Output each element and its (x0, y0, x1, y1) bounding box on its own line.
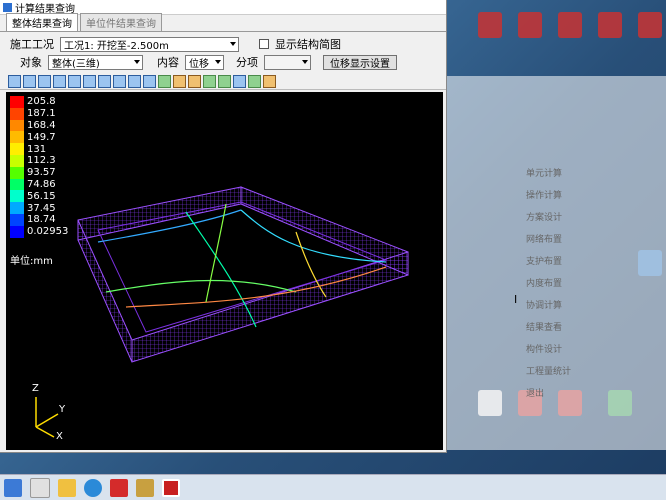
retaining-wall-mesh (77, 186, 409, 363)
view-front-icon[interactable] (8, 74, 21, 88)
view-iso1-icon[interactable] (98, 74, 111, 88)
view-iso4-icon[interactable] (143, 74, 156, 88)
windows-start-icon[interactable] (4, 478, 22, 497)
view-bottom-icon[interactable] (83, 74, 96, 88)
view-back-icon[interactable] (23, 74, 36, 88)
chevron-down-icon (134, 60, 140, 64)
view-iso3-icon[interactable] (128, 74, 141, 88)
search-icon[interactable] (30, 477, 50, 498)
fit-icon[interactable] (218, 74, 231, 88)
background-menu-item: 构件设计 (526, 345, 563, 355)
folder-icon[interactable] (58, 478, 76, 497)
background-menu-item: 退出 (526, 389, 545, 399)
y-axis-label: Y (59, 404, 66, 415)
app-icon (598, 12, 622, 38)
active-app-icon[interactable] (162, 478, 180, 497)
background-menu-item: 方案设计 (526, 213, 563, 223)
strut-line (105, 279, 297, 293)
background-menu: 单元计算 操作计算 方案设计 网络布置 支护布置 内度布置 协调计算 结果查看 … (526, 166, 571, 408)
excavation-model (35, 186, 409, 438)
wall-front-right (131, 251, 409, 363)
content-value: 位移 (189, 58, 209, 70)
stage-row: 施工工况 工况1: 开挖至-2.500m 显示结构简图 (0, 35, 446, 53)
text-cursor-icon: Ι (514, 293, 518, 306)
desktop-icon[interactable] (470, 12, 510, 60)
background-menu-item: 操作计算 (526, 191, 563, 201)
background-menu-item: 工程量统计 (526, 367, 572, 377)
axis-triad (35, 397, 59, 438)
z-axis-label: Z (32, 383, 39, 394)
y-axis (35, 413, 59, 428)
object-row: 对象 整体(三维) 内容 位移 分项 位移显示设置 (0, 53, 446, 71)
desktop-icon[interactable] (630, 12, 666, 60)
background-menu-item: 网络布置 (526, 235, 563, 245)
tab-component-results[interactable]: 单位件结果查询 (80, 13, 162, 31)
background-menu-item: 支护布置 (526, 257, 563, 267)
background-menu-item: 结果查看 (526, 323, 563, 333)
object-value: 整体(三维) (52, 58, 100, 70)
view-iso2-icon[interactable] (113, 74, 126, 88)
stage-select[interactable]: 工况1: 开挖至-2.500m (60, 36, 239, 52)
desktop-icon[interactable] (550, 12, 590, 60)
content-label: 内容 (157, 56, 179, 69)
x-axis-label: X (56, 431, 63, 442)
app-icon (3, 2, 12, 12)
chevron-down-icon (230, 42, 236, 46)
x-axis (35, 426, 55, 438)
component-label: 分项 (236, 56, 258, 69)
wps-icon[interactable] (110, 478, 128, 497)
edit-icon[interactable] (263, 74, 276, 88)
background-menu-item: 协调计算 (526, 301, 563, 311)
view-top-icon[interactable] (68, 74, 81, 88)
wall-back-left (77, 186, 242, 241)
show-sketch-label: 显示结构简图 (275, 38, 341, 51)
app-icon (478, 12, 502, 38)
results-query-window: 计算结果查询 整体结果查询 单位件结果查询 施工工况 工况1: 开挖至-2.50… (0, 0, 447, 453)
print-icon[interactable] (233, 74, 246, 88)
3d-viewport[interactable]: 205.8 187.1 168.4 149.7 131 112.3 93.57 … (6, 92, 443, 450)
strut-line (205, 203, 227, 303)
app-icon[interactable] (136, 478, 154, 497)
view-toolbar (0, 73, 446, 90)
zoom-out-icon[interactable] (188, 74, 201, 88)
chevron-down-icon (302, 60, 308, 64)
app-icon (558, 12, 582, 38)
background-window: 单元计算 操作计算 方案设计 网络布置 支护布置 内度布置 协调计算 结果查看 … (446, 76, 666, 450)
object-select[interactable]: 整体(三维) (48, 54, 143, 70)
desktop-icon[interactable] (590, 12, 630, 60)
tab-bar: 整体结果查询 单位件结果查询 (0, 13, 446, 32)
taskbar (0, 474, 666, 500)
app-icon (638, 12, 662, 38)
stage-label: 施工工况 (10, 38, 54, 51)
tab-overall-results[interactable]: 整体结果查询 (6, 13, 78, 31)
export-icon[interactable] (248, 74, 261, 88)
object-label: 对象 (20, 56, 42, 69)
pan-icon[interactable] (203, 74, 216, 88)
edge-browser-icon[interactable] (84, 478, 102, 497)
stage-value: 工况1: 开挖至-2.500m (64, 40, 169, 52)
background-menu-item: 内度布置 (526, 279, 563, 289)
show-sketch-checkbox[interactable] (259, 39, 269, 49)
chevron-down-icon (215, 60, 221, 64)
view-left-icon[interactable] (38, 74, 51, 88)
view-right-icon[interactable] (53, 74, 66, 88)
content-select[interactable]: 位移 (185, 54, 224, 70)
background-menu-item: 单元计算 (526, 169, 563, 179)
desktop-icon[interactable] (510, 12, 550, 60)
app-icon (518, 12, 542, 38)
component-select[interactable] (264, 54, 311, 70)
rotate-icon[interactable] (158, 74, 171, 88)
display-settings-button[interactable]: 位移显示设置 (323, 54, 397, 70)
zoom-in-icon[interactable] (173, 74, 186, 88)
